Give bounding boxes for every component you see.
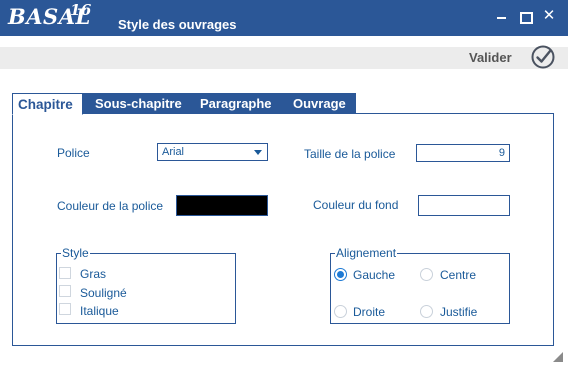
align-center-radio[interactable]	[420, 268, 433, 281]
font-size-label: Taille de la police	[304, 147, 396, 161]
align-center-label: Centre	[440, 268, 477, 282]
tab-ouvrage[interactable]: Ouvrage	[281, 93, 356, 114]
align-left-label: Gauche	[353, 268, 396, 282]
tab-chapitre[interactable]: Chapitre	[12, 93, 83, 115]
validate-button-label[interactable]: Valider	[469, 50, 512, 65]
align-justify-label: Justifie	[440, 305, 478, 319]
align-right-radio[interactable]	[334, 305, 347, 318]
bold-label: Gras	[80, 267, 107, 281]
bg-color-swatch[interactable]	[418, 195, 510, 216]
check-circle-icon[interactable]	[530, 44, 556, 70]
font-color-swatch[interactable]	[176, 195, 268, 216]
bg-color-label: Couleur du fond	[313, 198, 399, 212]
close-icon[interactable]: ✕	[542, 8, 556, 23]
app-logo: BASAL 16	[8, 1, 92, 29]
underline-label: Souligné	[80, 286, 127, 300]
minimize-icon[interactable]	[495, 9, 509, 23]
tab-paragraphe[interactable]: Paragraphe	[189, 93, 281, 114]
font-label: Police	[57, 146, 90, 160]
maximize-icon[interactable]	[518, 9, 533, 24]
tab-sous-chapitre[interactable]: Sous-chapitre	[83, 93, 189, 114]
title-bar: BASAL 16 Style des ouvrages ✕	[0, 0, 568, 36]
font-select[interactable]: Arial	[157, 143, 268, 161]
underline-checkbox[interactable]	[59, 285, 71, 297]
italic-checkbox[interactable]	[59, 303, 71, 315]
chevron-down-icon	[254, 150, 262, 155]
bold-checkbox[interactable]	[59, 267, 71, 279]
alignment-group-legend: Alignement	[335, 246, 398, 260]
font-color-label: Couleur de la police	[57, 199, 164, 213]
window-title: Style des ouvrages	[118, 17, 237, 32]
italic-label: Italique	[80, 304, 119, 318]
align-left-radio[interactable]	[334, 268, 347, 281]
resize-grip-icon[interactable]	[553, 352, 563, 362]
logo-version: 16	[70, 1, 92, 19]
font-select-value: Arial	[162, 146, 185, 158]
align-justify-radio[interactable]	[420, 305, 433, 318]
align-right-label: Droite	[353, 305, 386, 319]
style-group-legend: Style	[61, 246, 90, 260]
font-size-input[interactable]: 9	[416, 144, 510, 162]
